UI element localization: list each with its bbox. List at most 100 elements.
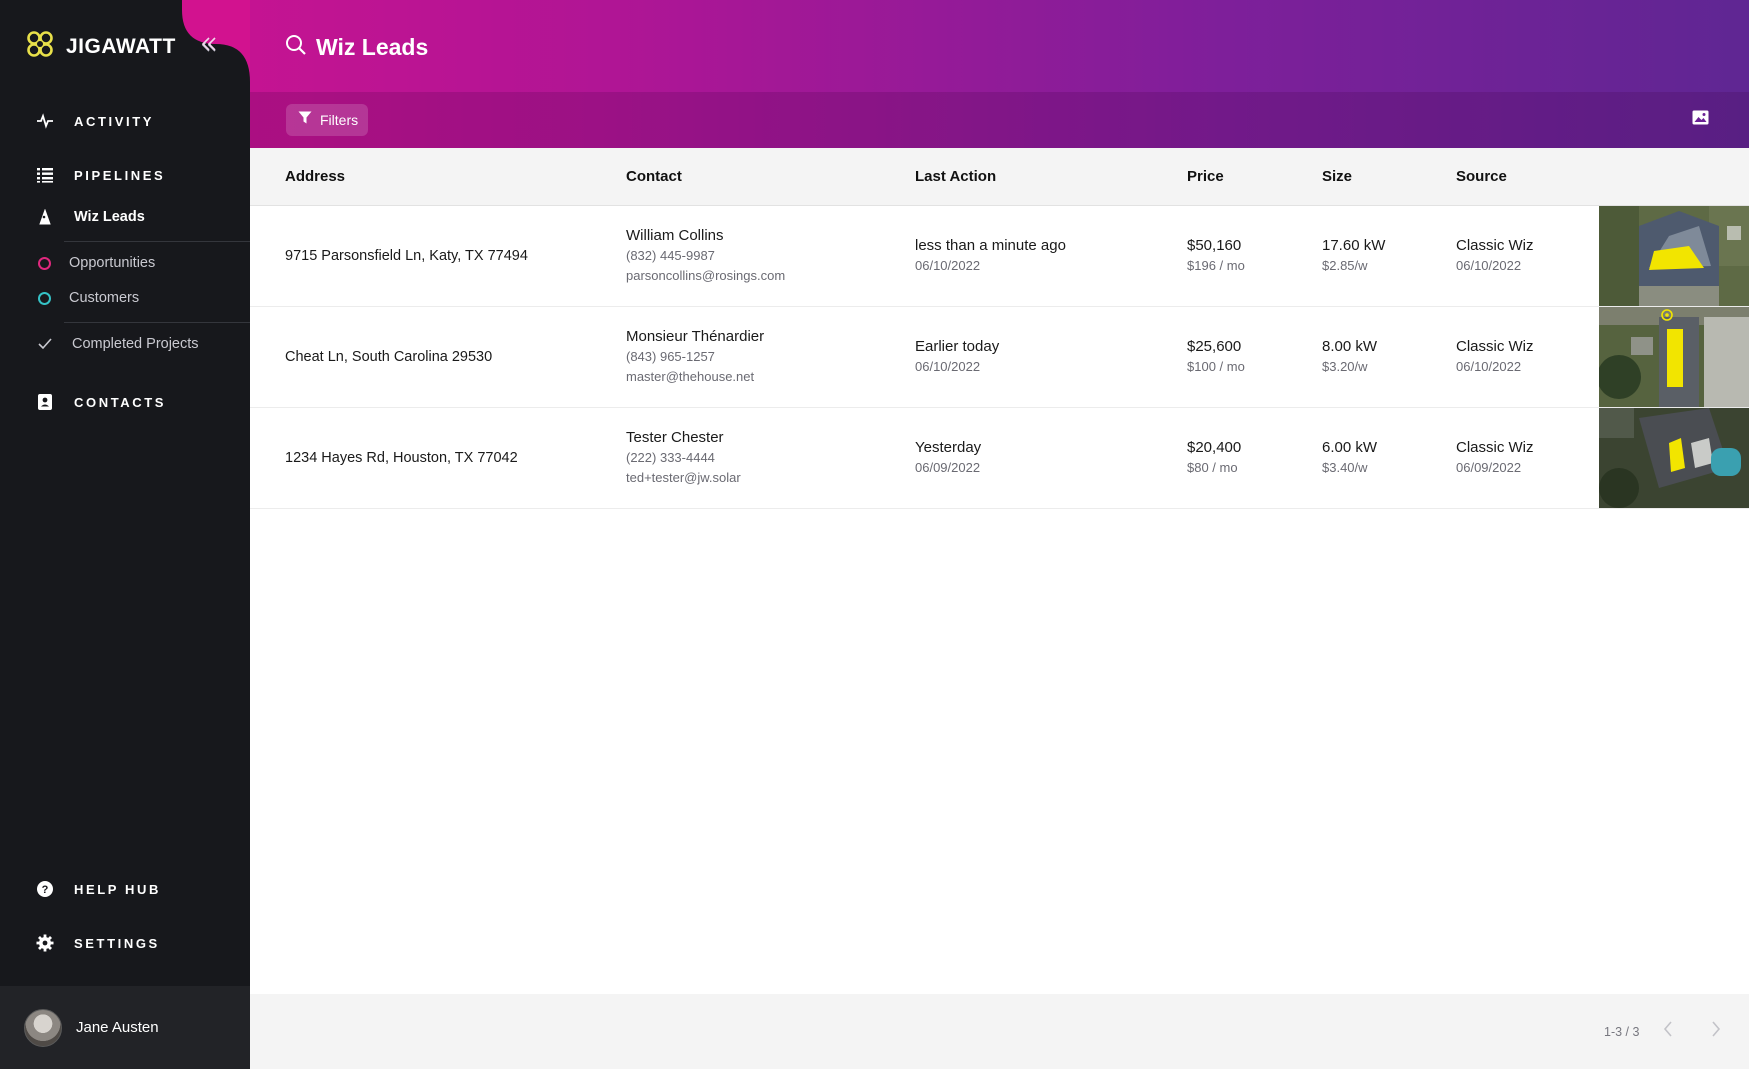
column-header-size[interactable]: Size (1322, 168, 1352, 185)
nav-customers-label: Customers (69, 290, 140, 306)
next-page-button[interactable] (1710, 1020, 1722, 1044)
last-action-text: Earlier today (915, 338, 1000, 355)
price-monthly: $196 / mo (1187, 258, 1245, 273)
page-header: Wiz Leads (284, 33, 428, 62)
price-per-watt: $3.20/w (1322, 359, 1368, 374)
sidebar: JIGAWATT ACTIVITY PIPELINES Wiz Leads Op… (0, 0, 250, 1069)
chevron-left-icon (1662, 1021, 1674, 1043)
contact-email[interactable]: master@thehouse.net (626, 367, 764, 387)
nav-customers[interactable]: Customers (34, 290, 139, 306)
price-total: $50,160 (1187, 237, 1242, 254)
roof-satellite-thumbnail[interactable] (1599, 307, 1749, 407)
row-contact: Tester Chester (222) 333-4444 ted+tester… (626, 428, 741, 488)
source-date: 06/09/2022 (1456, 460, 1522, 475)
wizard-hat-icon (34, 209, 56, 225)
price-total: $25,600 (1187, 338, 1242, 355)
nav-settings[interactable]: SETTINGS (34, 934, 160, 952)
row-source: Classic Wiz 06/09/2022 (1456, 438, 1534, 478)
table-header: Address Contact Last Action Price Size S… (250, 148, 1749, 206)
brand-name: JIGAWATT (66, 34, 176, 58)
row-source: Classic Wiz 06/10/2022 (1456, 236, 1534, 276)
source-name: Classic Wiz (1456, 237, 1534, 254)
nav-wiz-leads[interactable]: Wiz Leads (34, 209, 145, 225)
nav-activity[interactable]: ACTIVITY (34, 113, 154, 129)
roof-satellite-thumbnail[interactable] (1599, 408, 1749, 508)
filters-button[interactable]: Filters (286, 104, 369, 136)
nav-help-hub[interactable]: ? HELP HUB (34, 880, 161, 898)
pulse-icon (34, 113, 56, 129)
table-row[interactable]: 9715 Parsonsfield Ln, Katy, TX 77494 Wil… (250, 206, 1749, 307)
pagination-range: 1-3 / 3 (1604, 1025, 1640, 1039)
last-action-date: 06/10/2022 (915, 359, 981, 374)
nav-pipelines[interactable]: PIPELINES (34, 167, 165, 183)
price-total: $20,400 (1187, 439, 1242, 456)
check-icon (34, 338, 56, 350)
price-per-watt: $3.40/w (1322, 460, 1368, 475)
list-icon (34, 167, 56, 183)
double-chevron-left-icon (200, 37, 218, 56)
contact-email[interactable]: parsoncollins@rosings.com (626, 266, 785, 286)
source-date: 06/10/2022 (1456, 258, 1522, 273)
last-action-date: 06/09/2022 (915, 460, 981, 475)
user-profile[interactable]: Jane Austen (0, 986, 250, 1069)
nav-pipelines-label: PIPELINES (74, 167, 166, 183)
collapse-sidebar-button-overlay[interactable] (200, 36, 218, 57)
contact-phone[interactable]: (222) 333-4444 (626, 448, 741, 468)
chevron-right-icon (1710, 1021, 1722, 1043)
nav-completed-projects[interactable]: Completed Projects (34, 336, 199, 352)
contact-name: Monsieur Thénardier (626, 328, 765, 345)
search-icon[interactable] (284, 33, 308, 62)
image-icon (1692, 110, 1709, 129)
table-row[interactable]: Cheat Ln, South Carolina 29530 Monsieur … (250, 307, 1749, 408)
contact-phone[interactable]: (843) 965-1257 (626, 347, 764, 367)
column-header-last-action[interactable]: Last Action (915, 168, 996, 185)
price-monthly: $80 / mo (1187, 460, 1238, 475)
source-date: 06/10/2022 (1456, 359, 1522, 374)
row-price: $25,600 $100 / mo (1187, 337, 1245, 377)
contact-card-icon (34, 393, 56, 411)
column-header-source[interactable]: Source (1456, 168, 1507, 185)
user-name: Jane Austen (76, 1019, 159, 1036)
nav-opportunities-label: Opportunities (69, 255, 156, 271)
nav-wiz-leads-label: Wiz Leads (74, 209, 145, 225)
sidebar-divider (64, 241, 250, 242)
table-row[interactable]: 1234 Hayes Rd, Houston, TX 77042 Tester … (250, 408, 1749, 509)
source-name: Classic Wiz (1456, 338, 1534, 355)
roof-satellite-thumbnail[interactable] (1599, 206, 1749, 306)
row-contact: William Collins (832) 445-9987 parsoncol… (626, 226, 785, 286)
gear-icon (34, 934, 56, 952)
row-size: 17.60 kW $2.85/w (1322, 236, 1385, 276)
contact-phone[interactable]: (832) 445-9987 (626, 246, 785, 266)
nav-opportunities[interactable]: Opportunities (34, 255, 155, 271)
nav-contacts-label: CONTACTS (74, 394, 167, 410)
nav-settings-label: SETTINGS (74, 935, 160, 951)
row-price: $20,400 $80 / mo (1187, 438, 1241, 478)
filter-funnel-icon (298, 111, 312, 129)
toggle-images-button[interactable] (1692, 110, 1709, 130)
row-address: Cheat Ln, South Carolina 29530 (285, 349, 493, 365)
brand-logo[interactable]: JIGAWATT (24, 28, 176, 65)
row-address: 9715 Parsonsfield Ln, Katy, TX 77494 (285, 248, 528, 264)
system-size: 6.00 kW (1322, 439, 1378, 456)
nav-help-hub-label: HELP HUB (74, 881, 162, 897)
last-action-text: Yesterday (915, 439, 982, 456)
price-monthly: $100 / mo (1187, 359, 1245, 374)
column-header-address[interactable]: Address (285, 168, 345, 185)
nav-completed-projects-label: Completed Projects (72, 336, 199, 352)
nav-contacts[interactable]: CONTACTS (34, 393, 166, 411)
avatar[interactable] (24, 1008, 62, 1047)
column-header-contact[interactable]: Contact (626, 168, 682, 185)
previous-page-button[interactable] (1662, 1020, 1674, 1044)
column-header-price[interactable]: Price (1187, 168, 1224, 185)
row-price: $50,160 $196 / mo (1187, 236, 1245, 276)
contact-email[interactable]: ted+tester@jw.solar (626, 468, 741, 488)
help-icon: ? (34, 880, 56, 898)
jigawatt-logo-icon (24, 28, 56, 65)
row-contact: Monsieur Thénardier (843) 965-1257 maste… (626, 327, 764, 387)
system-size: 8.00 kW (1322, 338, 1378, 355)
contact-name: Tester Chester (626, 429, 724, 446)
row-size: 8.00 kW $3.20/w (1322, 337, 1377, 377)
toolbar (250, 92, 1749, 148)
last-action-text: less than a minute ago (915, 237, 1066, 254)
table-footer: 1-3 / 3 (250, 994, 1749, 1069)
